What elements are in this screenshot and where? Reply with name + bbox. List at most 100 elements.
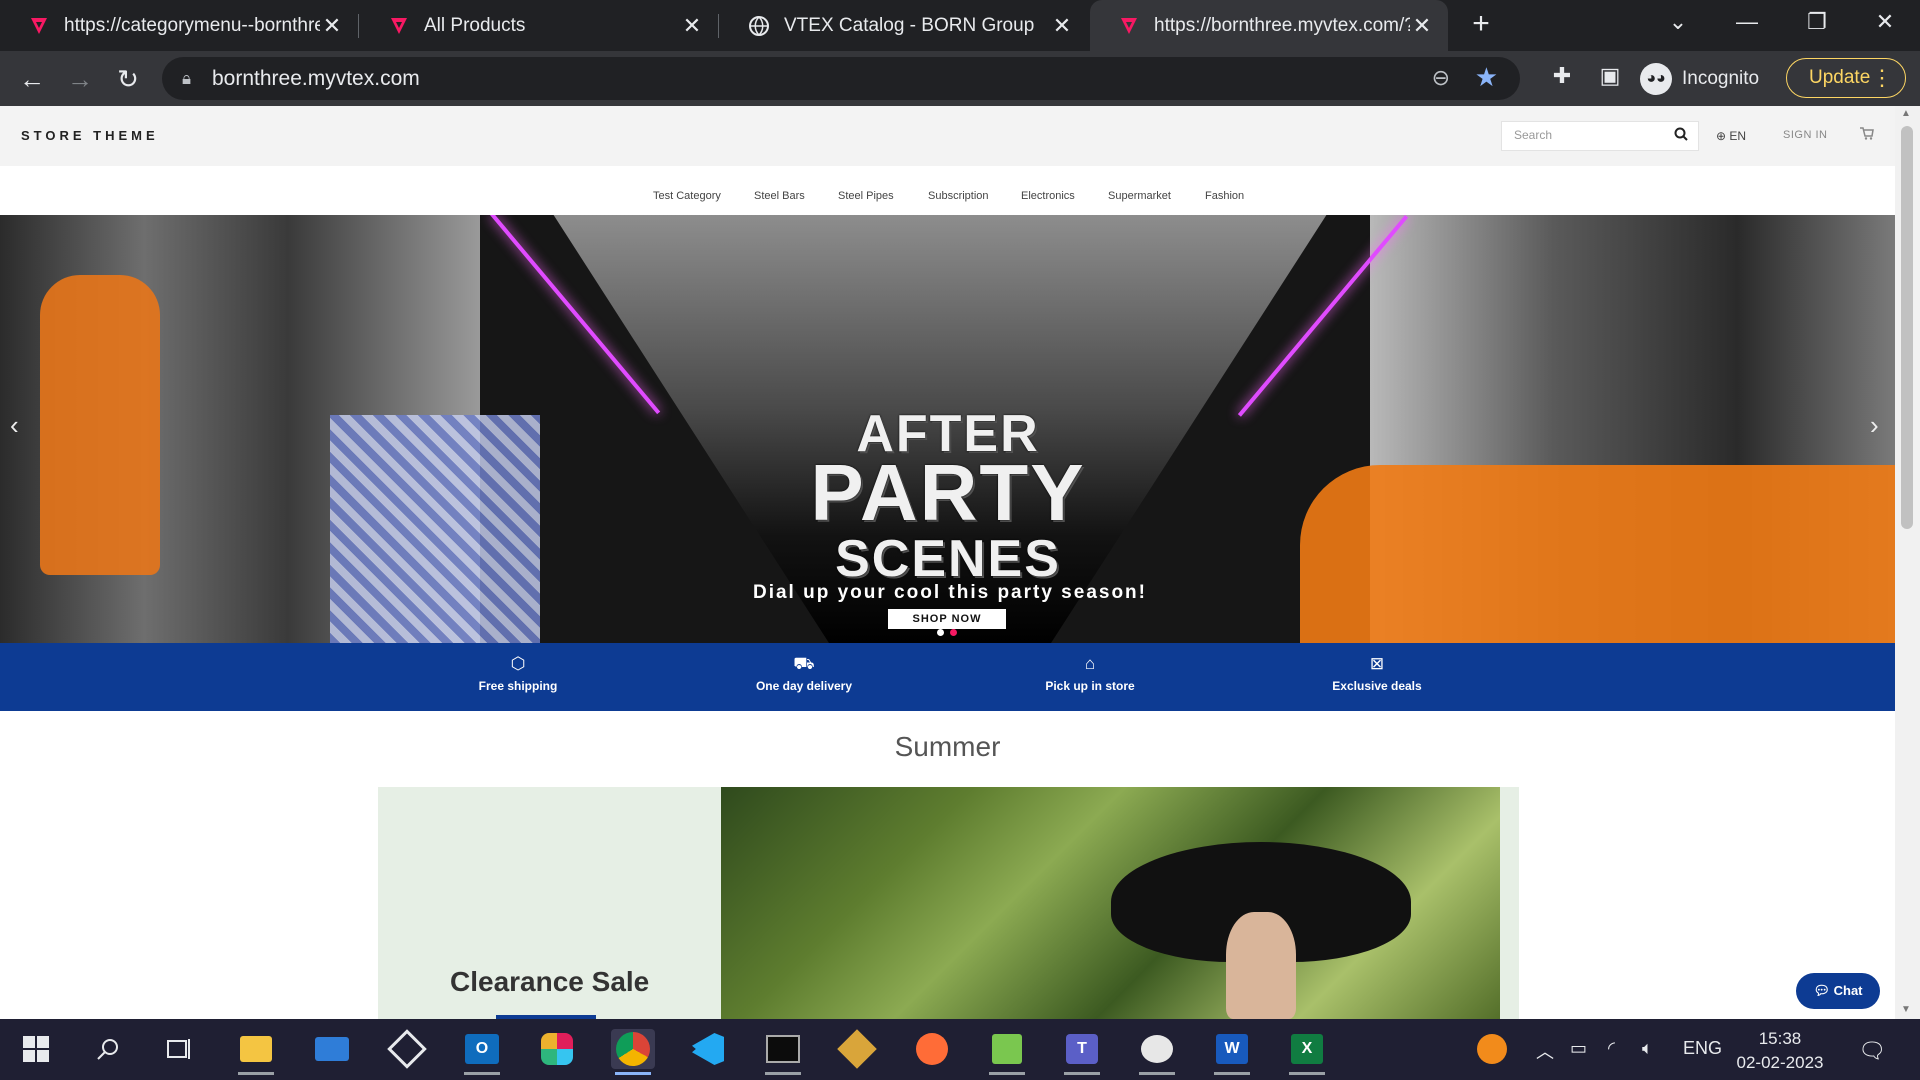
minimize-icon[interactable]: —: [1712, 0, 1782, 44]
browser-toolbar: ← → ↻ 🔒︎ bornthree.myvtex.com ⊖ ★ ✚ ▣ ◕◕…: [0, 51, 1920, 106]
benefit-label: Exclusive deals: [1332, 679, 1422, 693]
globe-icon: ⊕: [1716, 129, 1727, 143]
tab-1[interactable]: https://categorymenu--bornthree ✕: [0, 0, 358, 51]
address-bar[interactable]: 🔒︎ bornthree.myvtex.com ⊖ ★: [162, 57, 1520, 100]
taskbar-indicator: [464, 1072, 500, 1075]
word-icon[interactable]: W: [1210, 1029, 1254, 1075]
menu-item-electronics[interactable]: Electronics: [1021, 190, 1075, 202]
tab-2[interactable]: All Products ✕: [360, 0, 718, 51]
postman-icon[interactable]: [910, 1029, 954, 1069]
tab-title: All Products: [424, 14, 526, 36]
tab-3[interactable]: VTEX Catalog - BORN Group ✕: [720, 0, 1088, 51]
package-app-icon[interactable]: [385, 1029, 429, 1069]
store-logo[interactable]: STORE THEME: [21, 128, 159, 143]
window-close-icon[interactable]: ✕: [1850, 0, 1920, 44]
vtex-icon: [388, 15, 410, 37]
promo-image[interactable]: [721, 787, 1500, 1019]
menu-item-steel-pipes[interactable]: Steel Pipes: [838, 190, 894, 202]
face-figure: [1226, 912, 1296, 1019]
incognito-indicator[interactable]: ◕◕ Incognito: [1640, 61, 1759, 97]
weather-icon[interactable]: [1470, 1029, 1514, 1069]
terminal-icon[interactable]: [761, 1029, 805, 1075]
side-panel-icon[interactable]: ▣: [1593, 63, 1627, 89]
store-icon: ⌂: [1084, 654, 1096, 673]
menu-item-subscription[interactable]: Subscription: [928, 190, 989, 202]
chrome-icon[interactable]: [611, 1029, 655, 1075]
windows-taskbar: O T W X ︿ ▭ ◜ 🔈︎ ENG 15:38 02-02-2023 🗨︎: [0, 1019, 1920, 1080]
carousel-dot-2-active[interactable]: [950, 629, 957, 636]
incognito-label: Incognito: [1682, 68, 1760, 89]
slack-icon[interactable]: [535, 1029, 579, 1069]
hero-headline-party: PARTY: [810, 448, 1086, 537]
carousel-prev-icon[interactable]: ‹: [10, 410, 19, 441]
update-button[interactable]: Update ⋮: [1786, 58, 1906, 98]
notepad-icon[interactable]: [985, 1029, 1029, 1075]
shop-now-button[interactable]: SHOP NOW: [888, 609, 1006, 629]
cart-icon[interactable]: [1860, 127, 1874, 143]
task-view-icon[interactable]: [158, 1029, 202, 1069]
close-icon[interactable]: ✕: [1050, 13, 1074, 39]
tab-search-icon[interactable]: ⌄: [1643, 0, 1713, 44]
close-icon[interactable]: ✕: [320, 13, 344, 39]
benefit-free-shipping: ⬡ Free shipping: [418, 653, 618, 693]
paint-icon[interactable]: [1135, 1029, 1179, 1075]
taskbar-indicator: [1064, 1072, 1100, 1075]
carousel-dot-1[interactable]: [937, 629, 944, 636]
teams-icon[interactable]: T: [1060, 1029, 1104, 1075]
excel-icon[interactable]: X: [1285, 1029, 1329, 1075]
search-icon[interactable]: [86, 1029, 130, 1069]
vscode-icon[interactable]: [686, 1029, 730, 1069]
mail-icon[interactable]: [310, 1029, 354, 1069]
volume-icon[interactable]: 🔈︎: [1642, 1038, 1653, 1059]
page-scrollbar[interactable]: ▲ ▼: [1895, 106, 1920, 1019]
taskbar-indicator: [1289, 1072, 1325, 1075]
file-explorer-icon[interactable]: [234, 1029, 278, 1075]
carousel-next-icon[interactable]: ›: [1870, 410, 1879, 441]
lock-icon: 🔒︎: [182, 69, 192, 88]
scrollbar-thumb[interactable]: [1901, 126, 1913, 529]
new-tab-button[interactable]: +: [1464, 8, 1498, 42]
language-selector[interactable]: ⊕ EN: [1716, 129, 1746, 143]
bookmark-star-icon[interactable]: ★: [1475, 62, 1498, 93]
back-icon[interactable]: ←: [14, 61, 50, 97]
close-icon[interactable]: ✕: [680, 13, 704, 39]
clock-time: 15:38: [1758, 1029, 1802, 1048]
scroll-up-icon[interactable]: ▲: [1901, 108, 1911, 119]
hero-banner[interactable]: AFTER PARTY SCENES Dial up your cool thi…: [0, 215, 1895, 644]
outlook-icon[interactable]: O: [460, 1029, 504, 1075]
menu-item-steel-bars[interactable]: Steel Bars: [754, 190, 805, 202]
tab-4-active[interactable]: https://bornthree.myvtex.com/? ✕: [1090, 0, 1448, 51]
benefit-pick-up-in-store: ⌂ Pick up in store: [990, 653, 1190, 693]
scroll-down-icon[interactable]: ▼: [1901, 1004, 1911, 1015]
chat-label: Chat: [1833, 983, 1863, 998]
benefit-label: Pick up in store: [1045, 679, 1135, 693]
wifi-icon[interactable]: ◜: [1608, 1038, 1615, 1059]
taskbar-indicator: [238, 1072, 274, 1075]
menu-item-fashion[interactable]: Fashion: [1205, 190, 1244, 202]
notification-icon[interactable]: 🗨︎: [1858, 1038, 1886, 1064]
tab-strip: https://categorymenu--bornthree ✕ All Pr…: [0, 0, 1920, 51]
forward-icon[interactable]: →: [62, 61, 98, 97]
chat-button[interactable]: 💬︎ Chat: [1796, 973, 1880, 1009]
close-icon[interactable]: ✕: [1410, 13, 1434, 39]
system-clock[interactable]: 15:38 02-02-2023: [1730, 1027, 1830, 1075]
search-input[interactable]: Search: [1501, 121, 1699, 151]
windows-start-icon[interactable]: [14, 1029, 58, 1069]
hero-headline-scenes: SCENES: [835, 530, 1061, 588]
language-indicator[interactable]: ENG: [1683, 1038, 1722, 1059]
more-menu-icon[interactable]: ⋮: [1871, 59, 1893, 97]
restore-icon[interactable]: ❐: [1782, 0, 1852, 44]
battery-icon[interactable]: ▭: [1570, 1038, 1587, 1059]
extensions-icon[interactable]: ✚: [1545, 63, 1579, 89]
url-text: bornthree.myvtex.com: [212, 67, 420, 90]
search-icon[interactable]: [1674, 127, 1688, 144]
tray-overflow-icon[interactable]: ︿: [1536, 1038, 1554, 1064]
menu-item-supermarket[interactable]: Supermarket: [1108, 190, 1171, 202]
zoom-icon[interactable]: ⊖: [1432, 65, 1450, 91]
globe-icon: [748, 15, 770, 37]
menu-item-test-category[interactable]: Test Category: [653, 190, 721, 202]
benefit-label: One day delivery: [755, 679, 853, 693]
git-app-icon[interactable]: [835, 1029, 879, 1069]
reload-icon[interactable]: ↻: [110, 61, 146, 97]
sign-in-link[interactable]: SIGN IN: [1783, 129, 1827, 141]
